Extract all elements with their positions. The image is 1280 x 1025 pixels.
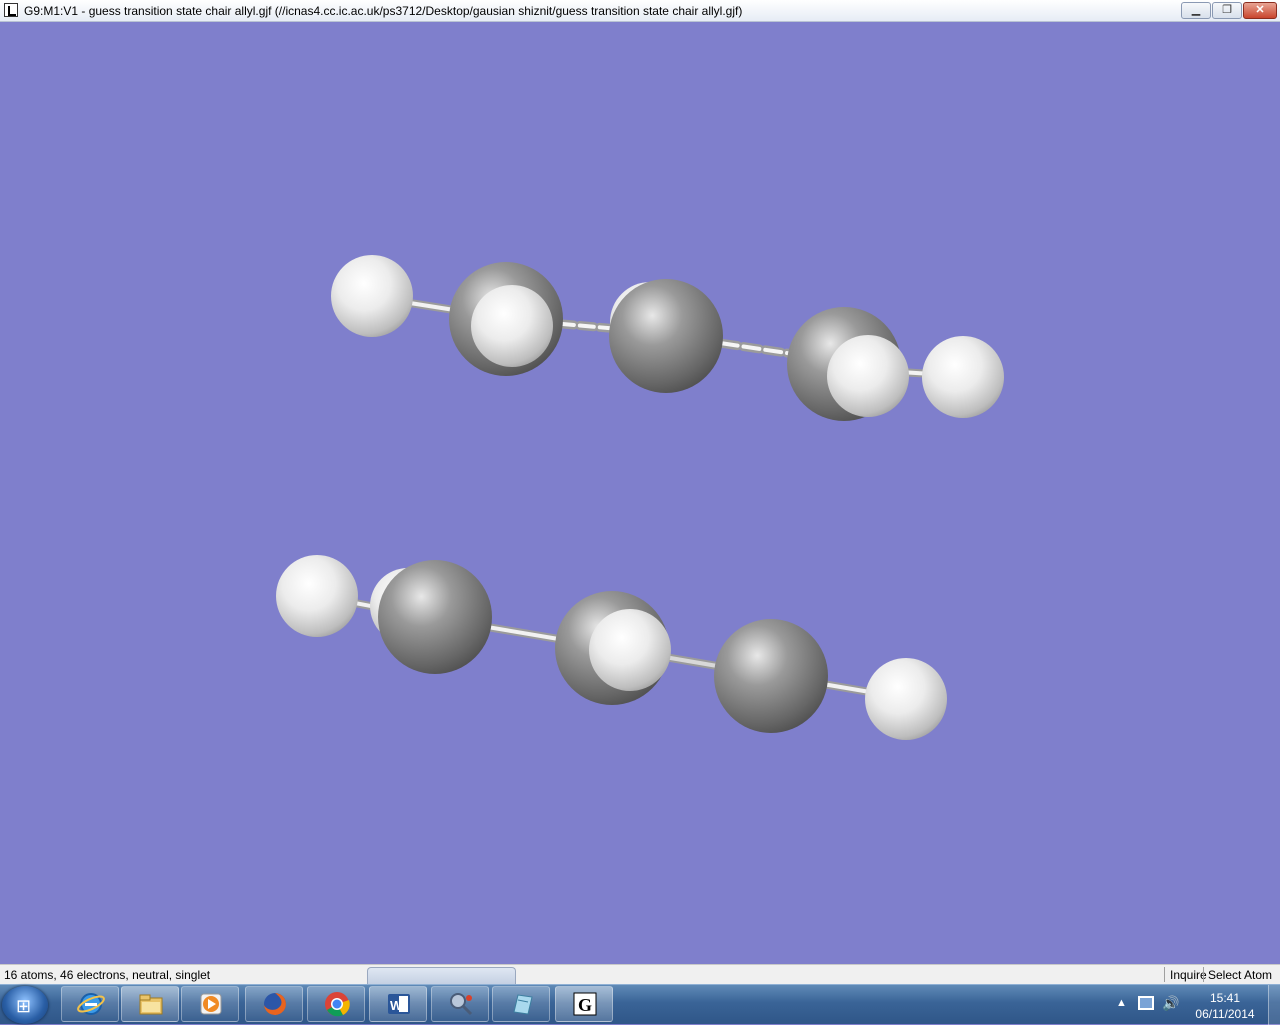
gaussview-icon: G — [573, 992, 597, 1016]
start-button[interactable]: ⊞ — [2, 986, 48, 1024]
windows-logo-icon: ⊞ — [16, 996, 32, 1016]
svg-text:W: W — [390, 998, 403, 1013]
builder-window-tab[interactable] — [367, 967, 516, 985]
taskbar-file-explorer[interactable] — [121, 986, 179, 1022]
carbon-atom[interactable] — [609, 279, 723, 393]
internet-explorer-icon — [77, 993, 105, 1015]
word-icon: W — [388, 994, 410, 1014]
carbon-atom[interactable] — [378, 560, 492, 674]
molecule-summary: 16 atoms, 46 electrons, neutral, singlet — [4, 968, 211, 982]
chrome-icon — [325, 992, 350, 1017]
taskbar-word[interactable]: W — [369, 986, 427, 1022]
file-explorer-icon — [139, 994, 163, 1015]
carbon-atom[interactable] — [714, 619, 828, 733]
status-bar: 16 atoms, 46 electrons, neutral, singlet… — [0, 964, 1280, 996]
hydrogen-atom[interactable] — [276, 555, 358, 637]
taskbar: ⊞ W G ▲ 🔊 15:41 06/11/2014 — [0, 984, 1280, 1025]
taskbar-editor[interactable] — [492, 986, 550, 1022]
show-desktop-button[interactable] — [1268, 985, 1280, 1025]
molecule-canvas[interactable] — [0, 22, 1280, 964]
mouse-mode: Inquire — [1170, 968, 1207, 982]
taskbar-media-player[interactable] — [181, 986, 239, 1022]
taskbar-internet-explorer[interactable] — [61, 986, 119, 1022]
window-title: G9:M1:V1 - guess transition state chair … — [24, 4, 743, 18]
molecule-viewer-icon — [450, 993, 473, 1016]
taskbar-chrome[interactable] — [307, 986, 365, 1022]
show-hidden-icons-icon[interactable]: ▲ — [1116, 997, 1127, 1009]
media-player-icon — [200, 993, 222, 1015]
upper-fragment-atoms — [331, 255, 1004, 421]
maximize-button[interactable]: ❐ — [1212, 2, 1242, 19]
volume-icon[interactable]: 🔊 — [1162, 995, 1179, 1012]
lower-fragment-atoms — [276, 555, 947, 740]
minimize-button[interactable]: ▁ — [1181, 2, 1211, 19]
application-icon[interactable] — [4, 3, 18, 17]
svg-text:G: G — [578, 995, 592, 1015]
firefox-icon — [264, 993, 286, 1015]
status-divider — [1203, 967, 1204, 982]
hydrogen-atom[interactable] — [471, 285, 553, 367]
hydrogen-atom[interactable] — [589, 609, 671, 691]
taskbar-molecule-viewer[interactable] — [431, 986, 489, 1022]
close-button[interactable]: ✕ — [1243, 2, 1277, 19]
taskbar-firefox[interactable] — [245, 986, 303, 1022]
molecule-viewport[interactable] — [0, 22, 1280, 964]
clock-time[interactable]: 15:41 — [1196, 991, 1254, 1005]
hydrogen-atom[interactable] — [827, 335, 909, 417]
hydrogen-atom[interactable] — [865, 658, 947, 740]
hydrogen-atom[interactable] — [331, 255, 413, 337]
window-title-bar[interactable]: G9:M1:V1 - guess transition state chair … — [0, 0, 1280, 22]
status-divider — [1164, 967, 1165, 982]
taskbar-gaussview[interactable]: G — [555, 986, 613, 1022]
editor-icon — [513, 994, 533, 1015]
network-icon[interactable] — [1138, 996, 1154, 1010]
hydrogen-atom[interactable] — [922, 336, 1004, 418]
clock-date[interactable]: 06/11/2014 — [1192, 1007, 1258, 1021]
